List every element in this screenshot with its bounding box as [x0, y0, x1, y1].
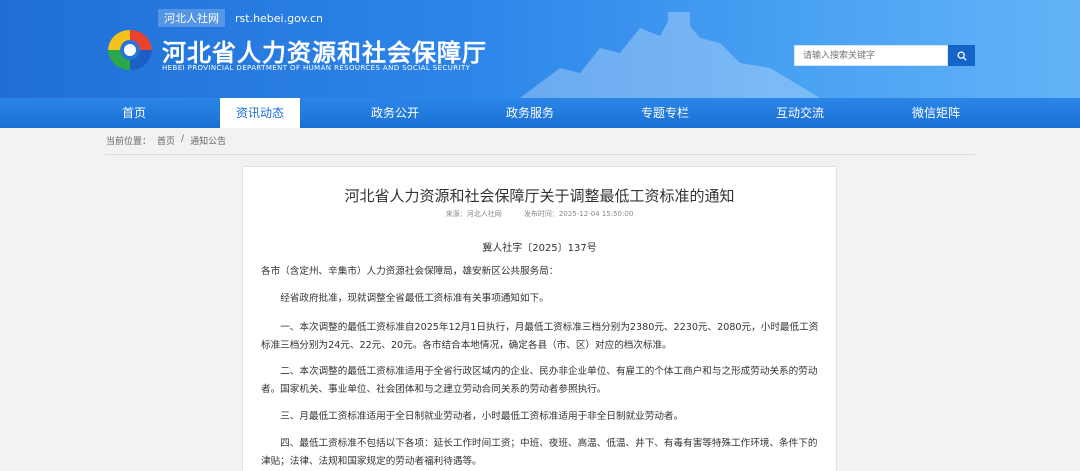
great-wall-watermark: [520, 12, 820, 98]
search-icon: [957, 51, 967, 61]
breadcrumb-separator: /: [181, 134, 185, 144]
article-paragraph: 经省政府批准，现就调整全省最低工资标准有关事项通知如下。: [280, 293, 549, 304]
breadcrumb-home[interactable]: 首页: [157, 134, 175, 147]
article-title: 河北省人力资源和社会保障厅关于调整最低工资标准的通知: [344, 187, 735, 205]
department-logo-icon[interactable]: [104, 26, 156, 74]
nav-item-interaction[interactable]: 互动交流: [760, 98, 840, 128]
nav-item-gov-affairs[interactable]: 政务公开: [355, 98, 435, 128]
article-paragraph: 三、月最低工资标准适用于全日制就业劳动者，小时最低工资标准适用于非全日制就业劳动…: [280, 411, 684, 422]
article-source: 来源：河北人社网: [445, 210, 502, 218]
breadcrumb-current[interactable]: 通知公告: [190, 134, 226, 147]
document-number: 冀人社字〔2025〕137号: [482, 243, 597, 254]
breadcrumb-divider: [105, 154, 975, 155]
nav-item-news[interactable]: 资讯动态: [220, 98, 300, 128]
article-paragraph: 一、本次调整的最低工资标准自2025年12月1日执行，月最低工资标准三档分别为2…: [261, 322, 819, 351]
nav-item-topics[interactable]: 专题专栏: [625, 98, 705, 128]
main-nav: 首页 资讯动态 政务公开 政务服务 专题专栏 互动交流 微信矩阵: [0, 98, 1080, 128]
nav-item-home[interactable]: 首页: [94, 98, 174, 128]
article-addressee: 各市（含定州、辛集市）人力资源社会保障局，雄安新区公共服务局：: [261, 266, 559, 277]
article-paragraph: 二、本次调整的最低工资标准适用于全省行政区域内的企业、民办非企业单位、有雇工的个…: [261, 366, 818, 395]
breadcrumb: 当前位置： 首页 / 通知公告: [106, 134, 226, 147]
nav-item-wechat[interactable]: 微信矩阵: [896, 98, 976, 128]
article-meta: 来源：河北人社网 发布时间：2025-12-04 15:50:00: [243, 209, 836, 219]
article-paragraph: 四、最低工资标准不包括以下各项：延长工作时间工资；中班、夜班、高温、低温、井下、…: [261, 438, 818, 467]
site-header: 河北人社网 rst.hebei.gov.cn 河北省人力资源和社会保障厅 HEB…: [0, 0, 1080, 98]
search-input[interactable]: [794, 45, 948, 66]
department-title[interactable]: 河北省人力资源和社会保障厅: [162, 33, 487, 68]
site-tag-row: 河北人社网 rst.hebei.gov.cn: [158, 9, 323, 27]
site-url: rst.hebei.gov.cn: [235, 11, 323, 25]
article-published: 发布时间：2025-12-04 15:50:00: [523, 210, 634, 218]
site-tag-badge[interactable]: 河北人社网: [158, 9, 225, 27]
search-button[interactable]: [948, 45, 975, 66]
breadcrumb-prefix: 当前位置：: [106, 137, 152, 147]
department-title-en: HEBEI PROVINCIAL DEPARTMENT OF HUMAN RES…: [162, 64, 471, 72]
article-panel: 河北省人力资源和社会保障厅关于调整最低工资标准的通知 来源：河北人社网 发布时间…: [242, 166, 837, 471]
nav-item-gov-services[interactable]: 政务服务: [490, 98, 570, 128]
